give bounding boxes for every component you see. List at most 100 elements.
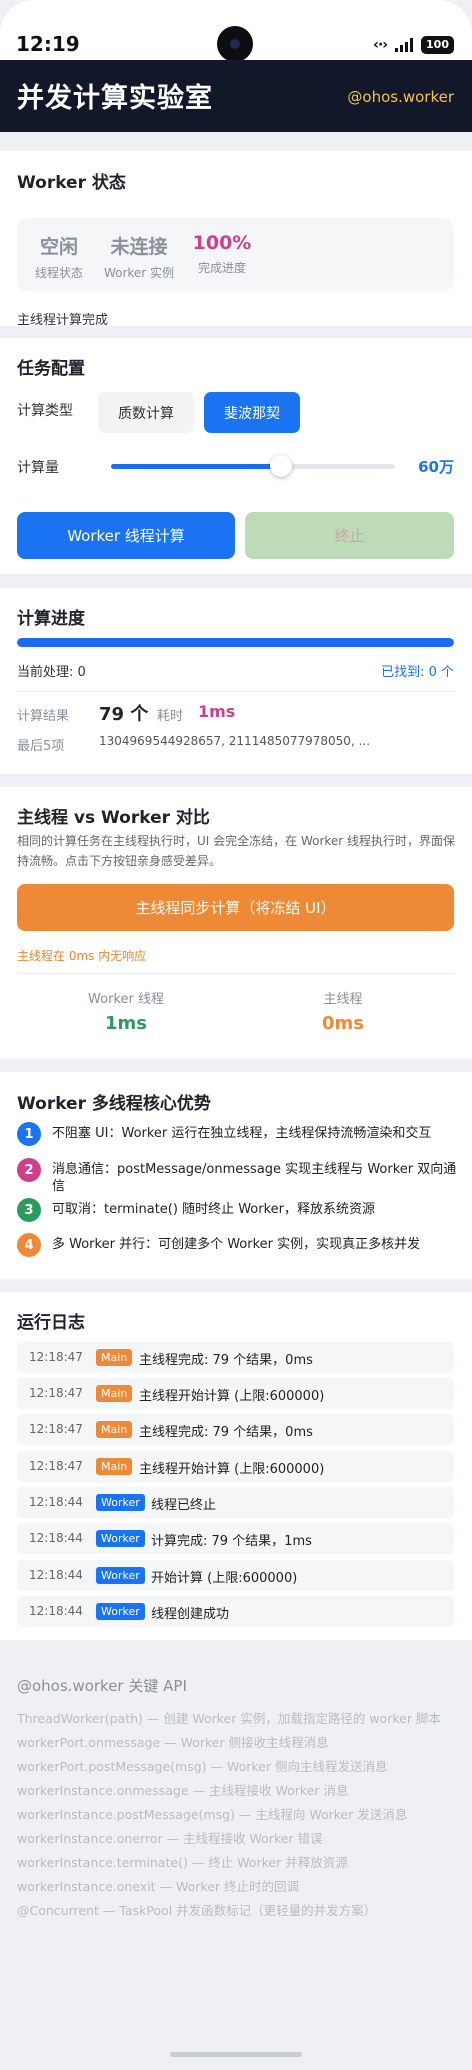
home-indicator[interactable] [170, 2052, 302, 2057]
progress-heading: 计算进度 [17, 609, 85, 629]
module-tag: @ohos.worker [347, 88, 454, 106]
result-count: 79 个 [99, 704, 149, 725]
stat-value: 空闲 [39, 236, 78, 258]
log-time: 12:18:47 [29, 1386, 83, 1400]
log-message: 主线程完成: 79 个结果，0ms [139, 1425, 313, 1440]
stat-label: 线程状态 [34, 266, 83, 280]
worker-timing: Worker 线程 1ms [76, 988, 176, 1034]
amount-value: 60万 [418, 458, 454, 476]
log-badge: Worker [96, 1603, 145, 1620]
slider-handle[interactable] [270, 455, 293, 477]
api-line: workerInstance.terminate() — 终止 Worker 并… [17, 1855, 348, 1870]
advantage-text: 消息通信：postMessage/onmessage 实现主线程与 Worker… [52, 1162, 457, 1194]
number-badge-icon: 4 [17, 1233, 41, 1257]
advantage-text: 不阻塞 UI：Worker 运行在独立线程，主线程保持流畅渲染和交互 [52, 1126, 432, 1141]
log-entry: 12:18:47 Main 主线程完成: 79 个结果，0ms [17, 1414, 454, 1445]
api-line: workerInstance.onexit — Worker 终止时的回调 [17, 1879, 300, 1894]
log-time: 12:18:44 [29, 1495, 83, 1509]
camera-cutout [217, 26, 253, 62]
log-message: 线程创建成功 [151, 1607, 230, 1622]
page-title: 并发计算实验室 [17, 83, 213, 114]
log-message: 开始计算 (上限:600000) [151, 1571, 298, 1586]
freeze-note: 主线程在 0ms 内无响应 [17, 949, 147, 963]
log-entry: 12:18:44 Worker 开始计算 (上限:600000) [17, 1560, 454, 1591]
compare-description: 相同的计算任务在主线程执行时，UI 会完全冻结，在 Worker 线程执行时，界… [17, 834, 456, 868]
number-badge-icon: 3 [17, 1198, 41, 1222]
api-reference: @ohos.worker 关键 API ThreadWorker(path) —… [0, 1653, 472, 2033]
stat-label: 完成进度 [197, 261, 246, 275]
stat-worker-instance: 未连接 Worker 实例 [99, 232, 179, 281]
advantage-text: 可取消：terminate() 随时终止 Worker，释放系统资源 [52, 1202, 375, 1217]
terminate-button[interactable]: 终止 [245, 512, 454, 559]
divider [17, 973, 454, 974]
type-prime-button[interactable]: 质数计算 [98, 392, 194, 433]
found-count: 已找到: 0 个 [381, 665, 454, 680]
log-entry: 12:18:47 Main 主线程开始计算 (上限:600000) [17, 1451, 454, 1482]
log-badge: Main [96, 1349, 133, 1366]
stat-value: 未连接 [110, 236, 168, 258]
main-thread-sync-button[interactable]: 主线程同步计算（将冻结 UI） [17, 884, 454, 931]
vpn-icon: ‹·› [373, 37, 388, 53]
signal-icon [395, 38, 414, 52]
worker-status-card: Worker 状态 空闲 线程状态 未连接 Worker 实例 100% 完成进… [0, 151, 472, 328]
status-bar: 12:19 ‹·› 100 [0, 0, 472, 62]
task-config-card: 任务配置 计算类型 质数计算 斐波那契 计算量 60万 Worker 线程计算 … [0, 338, 472, 574]
log-heading: 运行日志 [17, 1313, 85, 1333]
log-time: 12:18:44 [29, 1604, 83, 1618]
log-message: 主线程开始计算 (上限:600000) [139, 1462, 325, 1477]
log-badge: Worker [96, 1567, 145, 1584]
calc-type-label: 计算类型 [17, 403, 73, 419]
api-line: ThreadWorker(path) — 创建 Worker 实例，加载指定路径… [17, 1711, 441, 1726]
main-timing: 主线程 0ms [293, 988, 393, 1034]
log-entry: 12:18:47 Main 主线程开始计算 (上限:600000) [17, 1378, 454, 1409]
stat-value: 100% [192, 232, 252, 254]
log-time: 12:18:47 [29, 1350, 83, 1364]
progress-bar-fill [17, 638, 454, 647]
worker-compute-button[interactable]: Worker 线程计算 [17, 512, 235, 559]
stat-progress: 100% 完成进度 [187, 232, 257, 276]
api-line: workerPort.onmessage — Worker 侧接收主线程消息 [17, 1735, 329, 1750]
stat-thread-state: 空闲 线程状态 [27, 232, 91, 281]
progress-bar [17, 638, 454, 647]
log-time: 12:18:47 [29, 1422, 83, 1436]
advantages-heading: Worker 多线程核心优势 [17, 1094, 211, 1114]
current-processing: 当前处理: 0 [17, 665, 86, 680]
api-line: @Concurrent — TaskPool 并发函数标记（更轻量的并发方案） [17, 1903, 377, 1918]
api-line: workerInstance.onmessage — 主线程接收 Worker … [17, 1783, 349, 1798]
stat-label: Worker 实例 [103, 266, 175, 280]
log-entry: 12:18:44 Worker 计算完成: 79 个结果，1ms [17, 1523, 454, 1554]
log-badge: Worker [96, 1530, 145, 1547]
amount-slider[interactable] [111, 455, 395, 477]
task-config-heading: 任务配置 [17, 359, 85, 379]
amount-label: 计算量 [17, 460, 59, 476]
number-badge-icon: 2 [17, 1158, 41, 1182]
api-line: workerInstance.onerror — 主线程接收 Worker 错误 [17, 1831, 323, 1846]
advantage-text: 多 Worker 并行：可创建多个 Worker 实例，实现真正多核并发 [52, 1237, 421, 1252]
log-time: 12:18:44 [29, 1531, 83, 1545]
log-entry: 12:18:44 Worker 线程已终止 [17, 1487, 454, 1518]
divider [17, 691, 454, 692]
log-message: 计算完成: 79 个结果，1ms [151, 1534, 312, 1549]
log-message: 主线程完成: 79 个结果，0ms [139, 1353, 313, 1368]
main-timing-label: 主线程 [323, 992, 363, 1007]
compare-heading: 主线程 vs Worker 对比 [17, 808, 210, 828]
battery-icon: 100 [421, 36, 454, 54]
advantages-card: Worker 多线程核心优势 1 不阻塞 UI：Worker 运行在独立线程，主… [0, 1072, 472, 1279]
log-message: 线程已终止 [151, 1498, 217, 1513]
main-timing-value: 0ms [322, 1013, 364, 1034]
log-badge: Main [96, 1385, 133, 1402]
status-time: 12:19 [16, 32, 80, 56]
slider-fill [111, 464, 282, 469]
type-fibonacci-button[interactable]: 斐波那契 [204, 392, 300, 433]
last-items-label: 最后5项 [17, 739, 65, 754]
log-badge: Worker [96, 1494, 145, 1511]
worker-status-heading: Worker 状态 [17, 173, 126, 193]
number-badge-icon: 1 [17, 1122, 41, 1146]
log-badge: Main [96, 1421, 133, 1438]
elapsed-value: 1ms [198, 702, 236, 721]
progress-card: 计算进度 当前处理: 0 已找到: 0 个 计算结果 79 个 耗时 1ms 最… [0, 588, 472, 774]
log-message: 主线程开始计算 (上限:600000) [139, 1389, 325, 1404]
api-line: workerInstance.postMessage(msg) — 主线程向 W… [17, 1807, 408, 1822]
elapsed-label: 耗时 [157, 709, 184, 724]
api-heading: @ohos.worker 关键 API [17, 1677, 187, 1695]
